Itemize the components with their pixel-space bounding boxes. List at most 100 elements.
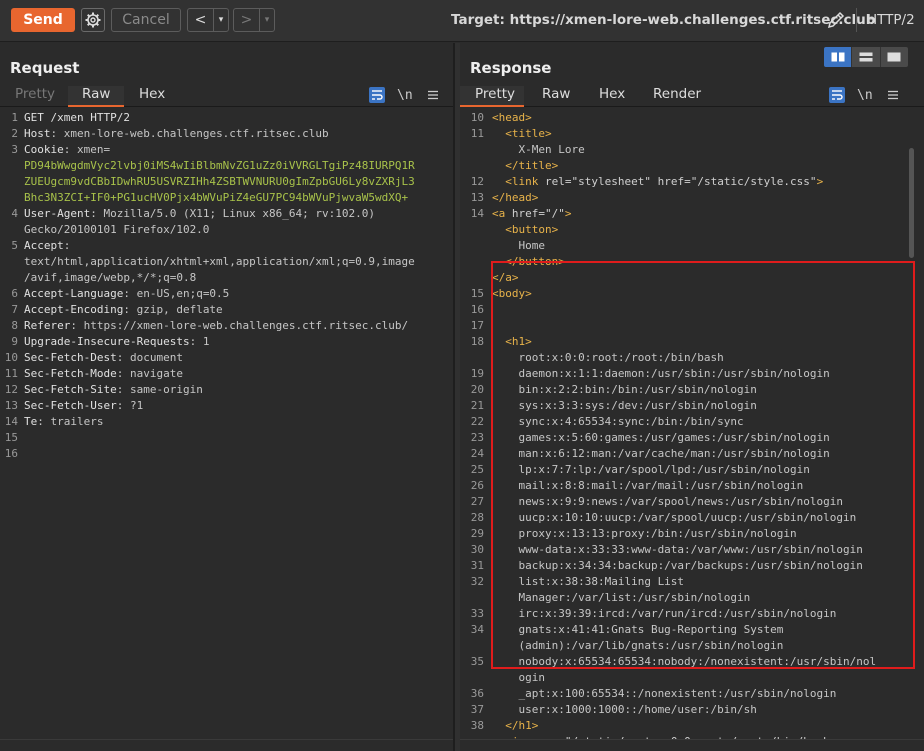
- response-line: 14 <a href="/">: [460, 206, 924, 222]
- back-button[interactable]: <: [188, 9, 214, 31]
- response-scrollbar[interactable]: [909, 148, 914, 258]
- header-name: GET /xmen HTTP/2: [24, 111, 130, 124]
- request-tab-pretty[interactable]: Pretty: [15, 86, 55, 107]
- line-number: 33: [470, 607, 484, 620]
- response-line: 38 </h1>: [460, 718, 924, 734]
- attribute-value: "/static/style.css": [690, 175, 817, 188]
- request-line: Bhc3N3ZCI+IF0+PG1ucHV0Pjx4bWVuPiZ4eGU7PC…: [0, 190, 453, 206]
- line-number: 23: [470, 431, 484, 444]
- text-content: ogin: [492, 671, 545, 684]
- request-line-code: Cookie: xmen=: [24, 142, 110, 158]
- html-attribute: href=: [511, 207, 545, 220]
- request-line-code: Host: xmen-lore-web.challenges.ctf.ritse…: [24, 126, 329, 142]
- line-number: 19: [470, 367, 484, 380]
- layout-tabs-button[interactable]: [879, 47, 908, 67]
- request-line-code: Upgrade-Insecure-Requests: 1: [24, 334, 209, 350]
- line-number: 34: [470, 623, 484, 636]
- hamburger-icon: [427, 90, 438, 100]
- header-name: Referer: [24, 319, 71, 332]
- request-title: Request: [10, 59, 80, 77]
- layout-stacked-button[interactable]: [851, 47, 880, 67]
- request-line: 12 Sec-Fetch-Site: same-origin: [0, 382, 453, 398]
- cancel-button[interactable]: Cancel: [111, 8, 181, 32]
- send-button[interactable]: Send: [11, 8, 75, 32]
- response-line-code: <button>: [492, 222, 558, 238]
- request-line: /avif,image/webp,*/*;q=0.8: [0, 270, 453, 286]
- line-number: 32: [470, 575, 484, 588]
- show-newlines-toggle[interactable]: \n: [397, 88, 413, 103]
- response-line-code: <a href="/">: [492, 206, 572, 222]
- line-number: 9: [11, 335, 18, 348]
- header-value: : navigate: [116, 367, 183, 380]
- rows-icon: [859, 52, 873, 62]
- header-value: : https://xmen-lore-web.challenges.ctf.r…: [70, 319, 409, 332]
- response-tab-hex[interactable]: Hex: [599, 86, 625, 107]
- response-tab-render[interactable]: Render: [653, 86, 701, 107]
- request-line-code: Sec-Fetch-Dest: document: [24, 350, 183, 366]
- layout-side-by-side-button[interactable]: [824, 47, 852, 67]
- edit-target-button[interactable]: [826, 10, 846, 30]
- line-number: 20: [470, 383, 484, 396]
- response-tab-raw[interactable]: Raw: [542, 86, 570, 107]
- line-number: 15: [470, 287, 484, 300]
- line-number: 3: [11, 143, 18, 156]
- settings-button[interactable]: [81, 8, 105, 32]
- header-value: : document: [116, 351, 183, 364]
- forward-history-dropdown[interactable]: ▾: [260, 9, 274, 31]
- line-number: 8: [11, 319, 18, 332]
- line-number: 10: [470, 111, 484, 124]
- response-pane: Response Pretty Raw Hex Render \n 10 <hea…: [460, 43, 924, 751]
- request-line-code: Accept-Language: en-US,en;q=0.5: [24, 286, 229, 302]
- cookie-value: Bhc3N3ZCI+IF0+PG1ucHV0Pjx4bWVuPiZ4eGU7PC…: [24, 191, 409, 204]
- header-continuation: text/html,application/xhtml+xml,applicat…: [24, 255, 415, 268]
- http-version-label[interactable]: HTTP/2: [867, 12, 915, 28]
- request-menu-button[interactable]: [425, 87, 441, 103]
- header-value: : Mozilla/5.0 (X11; Linux x86_64; rv:102…: [90, 207, 376, 220]
- header-name: Upgrade-Insecure-Requests: [24, 335, 190, 348]
- request-line: 5 Accept:: [0, 238, 453, 254]
- forward-button[interactable]: >: [234, 9, 260, 31]
- line-number: 6: [11, 287, 18, 300]
- gear-icon: [85, 12, 101, 28]
- response-line-code: </title>: [492, 158, 558, 174]
- request-tab-hex[interactable]: Hex: [139, 86, 165, 107]
- target-url: Target: https://xmen-lore-web.challenges…: [451, 12, 876, 28]
- request-editor[interactable]: 1 GET /xmen HTTP/2 2 Host: xmen-lore-web.ch…: [0, 110, 453, 739]
- header-value: : xmen-lore-web.challenges.ctf.ritsec.cl…: [50, 127, 329, 140]
- request-line: 3 Cookie: xmen=: [0, 142, 453, 158]
- word-wrap-toggle[interactable]: [369, 87, 385, 103]
- request-bottom-bar: [0, 739, 453, 751]
- response-line: 11 <title>: [460, 126, 924, 142]
- attribute-value: "/": [545, 207, 565, 220]
- html-tag: </h1>: [505, 719, 539, 732]
- line-number: 30: [470, 543, 484, 556]
- line-number: 16: [4, 447, 18, 460]
- response-word-wrap-toggle[interactable]: [829, 87, 845, 103]
- response-bottom-bar: [460, 739, 924, 751]
- response-line-code: ogin: [492, 670, 545, 686]
- html-attribute: href=: [657, 175, 691, 188]
- header-value: : 1: [189, 335, 210, 348]
- header-name: Accept: [24, 239, 64, 252]
- response-show-newlines-toggle[interactable]: \n: [857, 88, 873, 103]
- back-history-dropdown[interactable]: ▾: [214, 9, 228, 31]
- response-tab-pretty[interactable]: Pretty: [460, 86, 524, 107]
- html-tag: <a: [492, 207, 512, 220]
- request-line: 13 Sec-Fetch-User: ?1: [0, 398, 453, 414]
- text-content: _apt:x:100:65534::/nonexistent:/usr/sbin…: [492, 687, 837, 700]
- header-name: User-Agent: [24, 207, 91, 220]
- request-line: 11 Sec-Fetch-Mode: navigate: [0, 366, 453, 382]
- response-line-code: </head>: [492, 190, 538, 206]
- cookie-value: PD94bWwgdmVyc2lvbj0iMS4wIiBlbmNvZG1uZz0i…: [24, 159, 415, 172]
- response-line: 13 </head>: [460, 190, 924, 206]
- html-tag: <head>: [492, 111, 532, 124]
- response-line-code: </h1>: [492, 718, 538, 734]
- response-menu-button[interactable]: [885, 87, 901, 103]
- response-tabs: Pretty Raw Hex Render \n: [460, 83, 924, 107]
- line-number: 35: [470, 655, 484, 668]
- request-tab-raw[interactable]: Raw: [68, 86, 124, 107]
- response-line: 36 _apt:x:100:65534::/nonexistent:/usr/s…: [460, 686, 924, 702]
